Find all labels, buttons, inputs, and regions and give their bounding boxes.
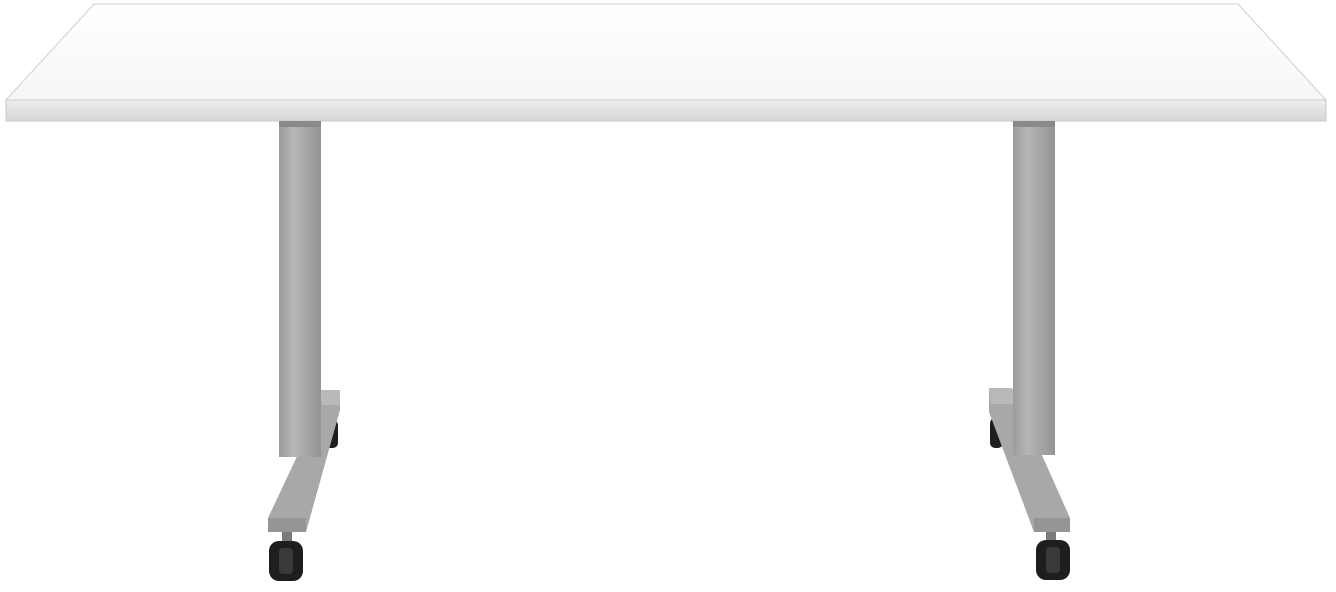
left-post	[279, 121, 321, 457]
tabletop-edge	[5, 99, 1327, 122]
right-post	[1013, 121, 1055, 455]
left-front-caster-icon	[269, 532, 303, 581]
tabletop-surface	[4, 3, 1328, 101]
product-photo	[4, 3, 1328, 581]
left-leg	[268, 121, 340, 581]
right-front-caster-icon	[1036, 532, 1070, 580]
tabletop	[4, 3, 1328, 122]
right-leg	[989, 121, 1070, 580]
